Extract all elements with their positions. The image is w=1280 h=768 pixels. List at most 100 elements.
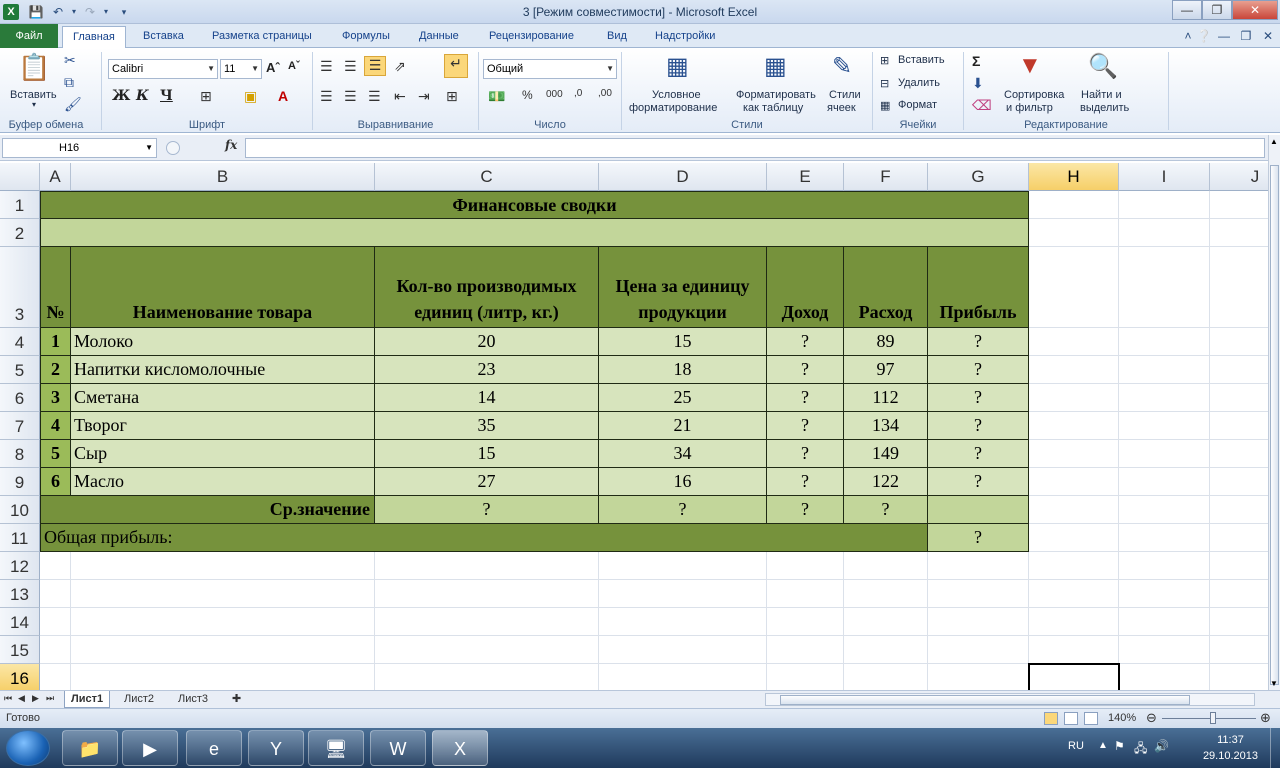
row-header-16[interactable]: 16: [0, 664, 40, 690]
font-color-icon[interactable]: A: [278, 88, 288, 104]
delete-cells-icon[interactable]: ⊟: [880, 77, 889, 90]
total-profit-label-cell[interactable]: Общая прибыль:: [40, 524, 928, 552]
help-icon[interactable]: ❔: [1196, 28, 1212, 44]
sort-filter-icon[interactable]: ▼: [1018, 52, 1042, 80]
delete-cells-button[interactable]: Удалить: [898, 77, 940, 89]
row-number-cell[interactable]: 6: [40, 468, 71, 496]
product-name-cell[interactable]: Сметана: [71, 384, 375, 412]
row-header-4[interactable]: 4: [0, 328, 40, 356]
tab-review[interactable]: Рецензирование: [479, 26, 584, 48]
row-header-3[interactable]: 3: [0, 247, 40, 328]
align-top-icon[interactable]: ☰: [320, 58, 333, 75]
comma-style-icon[interactable]: 000: [546, 89, 563, 100]
sheet-tab-1[interactable]: Лист1: [64, 691, 111, 708]
zoom-out-icon[interactable]: ⊖: [1146, 710, 1157, 726]
row-header-13[interactable]: 13: [0, 580, 40, 608]
currency-icon[interactable]: 💵: [488, 88, 505, 105]
row-header-9[interactable]: 9: [0, 468, 40, 496]
column-header-g[interactable]: G: [928, 163, 1029, 191]
sheet-tab-2[interactable]: Лист2: [118, 691, 160, 708]
cell-styles-label-1[interactable]: Стили: [829, 89, 861, 101]
product-name-cell[interactable]: Масло: [71, 468, 375, 496]
empty-cell[interactable]: [928, 496, 1029, 524]
header-quantity[interactable]: Кол-во производимых единиц (литр, кг.): [375, 247, 599, 328]
column-header-e[interactable]: E: [767, 163, 844, 191]
align-right-icon[interactable]: ☰: [368, 88, 381, 105]
column-header-b[interactable]: B: [71, 163, 375, 191]
vertical-scroll-thumb[interactable]: [1270, 165, 1279, 685]
row-header-10[interactable]: 10: [0, 496, 40, 524]
product-name-cell[interactable]: Сыр: [71, 440, 375, 468]
column-header-i[interactable]: I: [1119, 163, 1210, 191]
find-select-icon[interactable]: 🔍: [1088, 52, 1118, 81]
formula-bar-handle-icon[interactable]: [166, 141, 180, 155]
clock[interactable]: 11:37 29.10.2013: [1203, 732, 1258, 764]
conditional-formatting-label-1[interactable]: Условное: [652, 89, 701, 101]
merge-center-icon[interactable]: ⊞: [446, 88, 458, 105]
quantity-cell[interactable]: 27: [375, 468, 599, 496]
cut-icon[interactable]: ✂: [64, 52, 76, 69]
column-header-h[interactable]: H: [1029, 163, 1119, 191]
expense-cell[interactable]: 112: [844, 384, 928, 412]
expense-cell[interactable]: 134: [844, 412, 928, 440]
profit-cell[interactable]: ?: [928, 328, 1029, 356]
profit-cell[interactable]: ?: [928, 356, 1029, 384]
conditional-formatting-label-2[interactable]: форматирование: [629, 102, 717, 114]
income-cell[interactable]: ?: [767, 328, 844, 356]
product-name-cell[interactable]: Творог: [71, 412, 375, 440]
paste-icon[interactable]: 📋: [18, 52, 50, 83]
doc-close-icon[interactable]: ✕: [1260, 28, 1276, 44]
tab-formulas[interactable]: Формулы: [332, 26, 400, 48]
select-all-corner[interactable]: [0, 163, 40, 191]
sheet-tab-3[interactable]: Лист3: [172, 691, 214, 708]
header-unit-price[interactable]: Цена за единицу продукции: [599, 247, 767, 328]
column-header-f[interactable]: F: [844, 163, 928, 191]
horizontal-scrollbar[interactable]: [765, 693, 1255, 706]
align-middle-icon[interactable]: ☰: [344, 58, 357, 75]
row-header-2[interactable]: 2: [0, 219, 40, 247]
paste-dropdown-icon[interactable]: ▾: [32, 100, 36, 109]
quantity-cell[interactable]: 15: [375, 440, 599, 468]
average-quantity-cell[interactable]: ?: [375, 496, 599, 524]
row-header-8[interactable]: 8: [0, 440, 40, 468]
media-player-icon[interactable]: ▶: [122, 730, 178, 766]
average-expense-cell[interactable]: ?: [844, 496, 928, 524]
word-icon[interactable]: W: [370, 730, 426, 766]
total-profit-value-cell[interactable]: ?: [928, 524, 1029, 552]
find-select-label-1[interactable]: Найти и: [1081, 89, 1122, 101]
header-expense[interactable]: Расход: [844, 247, 928, 328]
doc-minimize-icon[interactable]: —: [1216, 28, 1232, 44]
quantity-cell[interactable]: 20: [375, 328, 599, 356]
scroll-down-icon[interactable]: ▼: [1270, 679, 1278, 688]
row-header-15[interactable]: 15: [0, 636, 40, 664]
copy-icon[interactable]: ⧉: [64, 74, 74, 91]
tab-file[interactable]: Файл: [0, 24, 58, 48]
profit-cell[interactable]: ?: [928, 440, 1029, 468]
income-cell[interactable]: ?: [767, 412, 844, 440]
tab-data[interactable]: Данные: [409, 26, 469, 48]
empty-cell[interactable]: [40, 219, 1029, 247]
format-painter-icon[interactable]: 🖌: [64, 96, 82, 113]
selected-cell-h16[interactable]: [1028, 663, 1120, 690]
flag-icon[interactable]: ⚑: [1114, 739, 1125, 753]
income-cell[interactable]: ?: [767, 356, 844, 384]
average-label-cell[interactable]: Ср.значение: [40, 496, 375, 524]
product-name-cell[interactable]: Молоко: [71, 328, 375, 356]
explorer-icon[interactable]: 📁: [62, 730, 118, 766]
clear-icon[interactable]: ⌫: [972, 97, 992, 114]
sort-filter-label-2[interactable]: и фильтр: [1006, 102, 1053, 114]
zoom-in-icon[interactable]: ⊕: [1260, 710, 1271, 726]
expense-cell[interactable]: 89: [844, 328, 928, 356]
increase-decimal-icon[interactable]: ,0: [574, 88, 582, 99]
show-desktop-button[interactable]: [1270, 728, 1280, 768]
percent-icon[interactable]: %: [522, 88, 533, 102]
grow-font-icon[interactable]: Aˆ: [266, 60, 280, 75]
name-box[interactable]: H16 ▼: [2, 138, 157, 158]
decrease-decimal-icon[interactable]: ,00: [598, 88, 612, 99]
format-as-table-label-2[interactable]: как таблицу: [743, 102, 803, 114]
page-break-view-icon[interactable]: [1084, 712, 1098, 725]
font-name-combo[interactable]: Calibri ▼: [108, 59, 218, 79]
formula-input[interactable]: [245, 138, 1265, 158]
increase-indent-icon[interactable]: ⇥: [418, 88, 430, 105]
close-button[interactable]: ✕: [1232, 0, 1278, 20]
